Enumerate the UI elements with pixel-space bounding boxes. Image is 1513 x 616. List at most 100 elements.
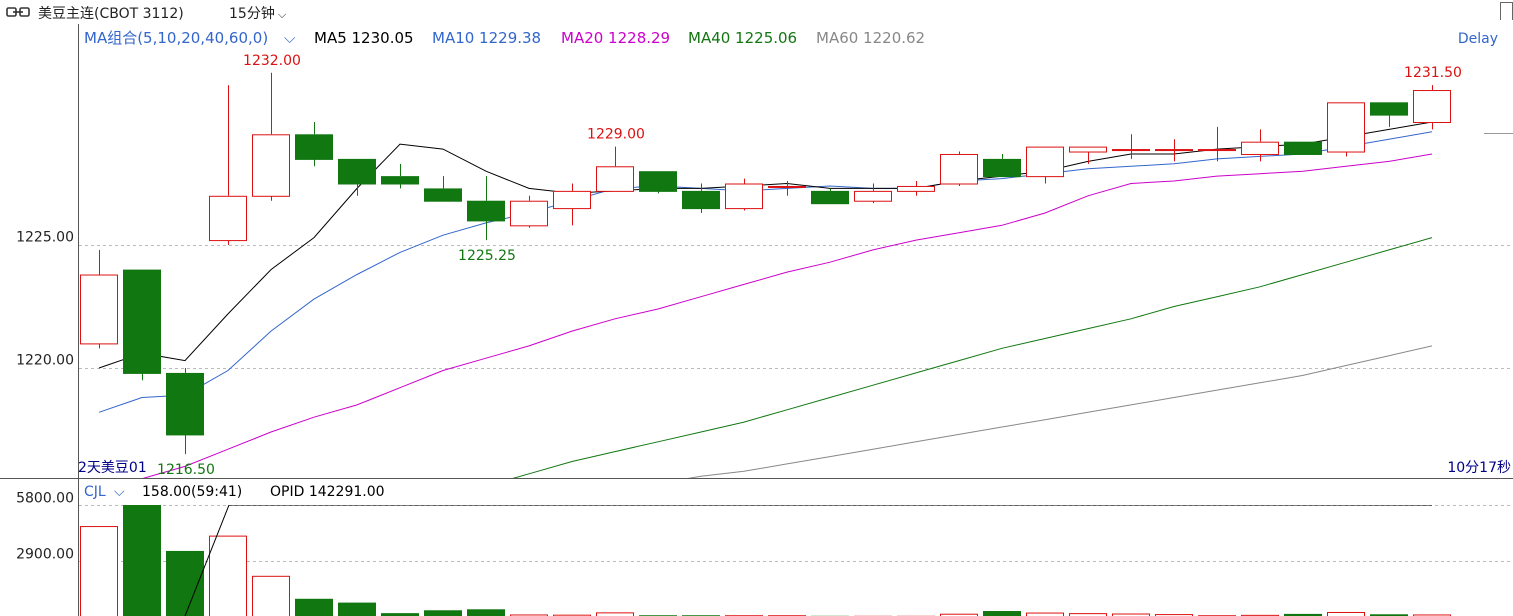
candle [338,158,376,196]
legend-ma60: MA60 1220.62 [816,29,925,47]
candle-body [897,185,935,192]
period-footer-label: 2天美豆01 [78,460,147,476]
sub-legend: CJL ⌵ 158.00(59:41) OPID 142291.00 [84,484,385,500]
candle [166,368,204,455]
window-corner [1500,2,1513,20]
candle [1198,126,1236,162]
top-toolbar: 美豆主连(CBOT 3112) 15分钟 ⌵ [0,0,1513,24]
delay-badge: Delay [1458,31,1498,47]
ma10-line [98,131,1433,413]
legend-ma20: MA20 1228.29 [561,29,670,47]
candle [295,122,333,167]
volume-bar [252,575,290,616]
chevron-down-icon[interactable]: ⌵ [284,29,296,47]
period-select[interactable]: 15分钟 ⌵ [229,3,286,23]
candle-body [295,134,333,160]
candle-body [1155,149,1193,152]
opid-line [184,505,1432,616]
sub-y-axis: 5800.00 2900.00 [16,491,74,563]
y-tick-label: 1225.00 [16,230,74,246]
price-annotation: 1232.00 [243,53,301,69]
ma-lines [98,121,1433,478]
volume-bar [467,609,505,616]
volume-bar [424,610,462,616]
chevron-down-icon[interactable]: ⌵ [114,484,125,500]
candle-body [381,176,419,185]
chevron-down-icon: ⌵ [277,8,287,21]
candle [1241,129,1279,162]
candle-body [80,274,118,345]
sub-grid [79,505,1513,562]
candle-body [510,200,548,227]
main-legend: MA组合(5,10,20,40,60,0) ⌵ MA5 1230.05 MA10… [84,29,1498,47]
candle [1413,85,1451,130]
price-annotation: 1229.00 [587,127,645,143]
candle [80,249,118,349]
candle [596,146,634,192]
candle-body [811,190,849,205]
candle-body [1284,141,1322,155]
candle [1327,102,1365,157]
price-annotations: 1232.00 1225.25 1229.00 1231.50 1216.50 [157,53,1462,478]
period-label: 15分钟 [229,6,275,22]
ma-indicator-select[interactable]: MA组合(5,10,20,40,60,0) [84,29,268,47]
candle-body [553,190,591,210]
candle [209,85,247,245]
candle-body [166,372,204,436]
candle-body [123,269,161,374]
ma60-line [687,345,1433,478]
legend-ma10: MA10 1229.38 [432,29,541,47]
candle-body [1413,90,1451,123]
candle [1069,146,1107,164]
candle-body [1198,149,1236,152]
volume-bar [338,602,376,616]
volume-bar [123,505,161,616]
candle-body [639,171,677,192]
candle [510,195,548,228]
candle [854,183,892,204]
main-y-axis: 1225.00 1220.00 [16,230,74,369]
volume-bar [983,611,1021,616]
candle-body [854,190,892,202]
candle [424,176,462,202]
volume-bar [295,598,333,616]
volume-tick-label: 5800.00 [16,491,74,507]
candle-body [1241,141,1279,155]
candle-body [209,195,247,242]
volume-bar [80,526,118,616]
volume-value: 158.00(59:41) [142,484,242,500]
candle-body [1026,146,1064,178]
candle-body [252,134,290,197]
candle [553,183,591,226]
opid-polyline [184,505,1432,616]
candle [897,181,935,196]
candle-body [725,183,763,210]
candle-body [983,158,1021,178]
candle [1284,141,1322,155]
candle [381,163,419,189]
candle-body [1112,149,1150,152]
legend-ma5: MA5 1230.05 [314,29,414,47]
candle [1026,146,1064,184]
countdown-label: 10分17秒 [1447,460,1511,476]
candle-body [596,166,634,192]
candles [80,72,1451,455]
candle-body [1069,146,1107,153]
candle [252,72,290,201]
price-annotation: 1225.25 [458,248,516,264]
candle-body [1370,102,1408,116]
ma20-line [142,153,1433,478]
candle-body [338,158,376,185]
candle-body [424,188,462,202]
candle-body [1327,102,1365,153]
candle [1155,139,1193,162]
volume-bar [209,535,247,616]
candle [725,178,763,211]
main-grid [79,245,1513,369]
volume-indicator-select[interactable]: CJL [84,484,106,500]
candle [811,188,849,205]
candle-body [682,190,720,210]
contract-title[interactable]: 美豆主连(CBOT 3112) [38,3,184,23]
price-annotation: 1216.50 [157,462,215,478]
link-icon[interactable] [6,6,30,18]
